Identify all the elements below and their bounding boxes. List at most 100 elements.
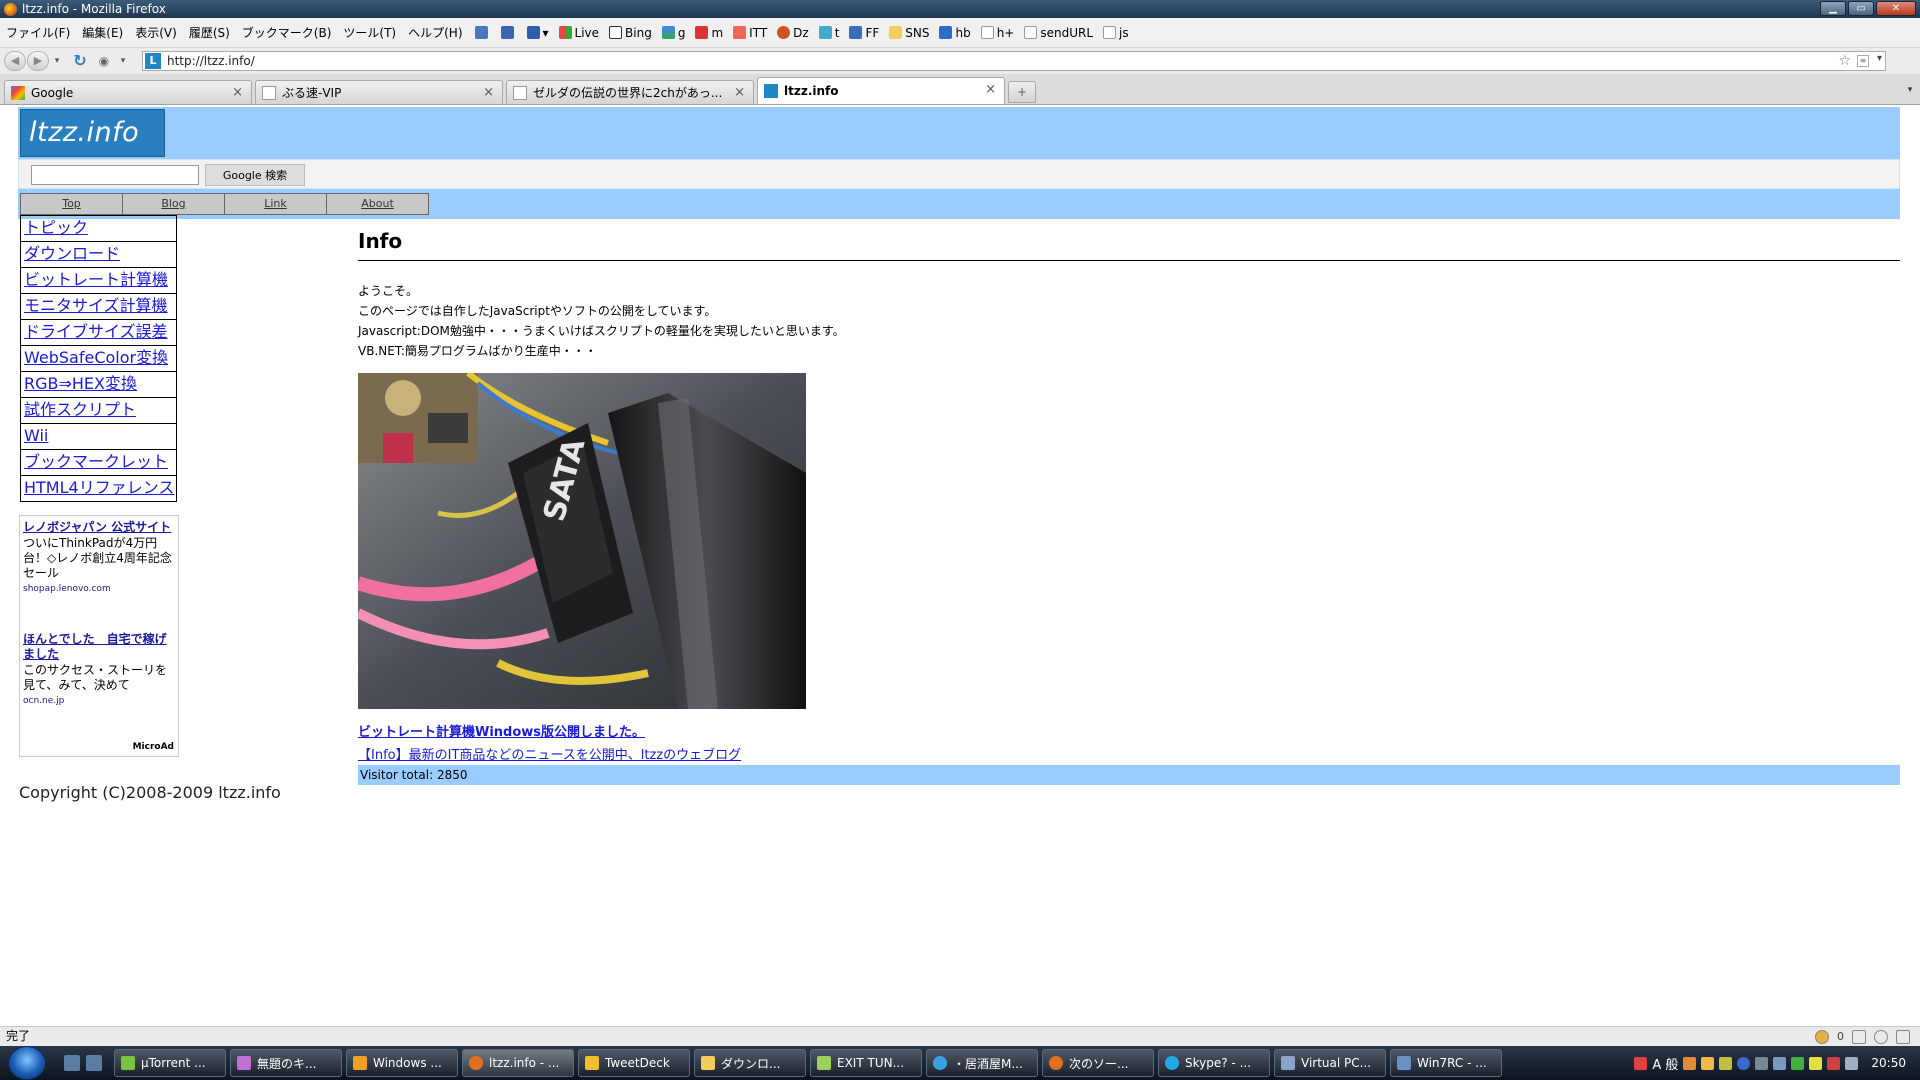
home-dropdown-icon[interactable]: ▾ bbox=[116, 51, 130, 71]
tab-close-icon[interactable]: × bbox=[232, 85, 243, 100]
sidebar-item-download[interactable]: ダウンロード bbox=[20, 241, 177, 268]
nav-about[interactable]: About bbox=[326, 193, 429, 215]
volume-icon[interactable] bbox=[1845, 1056, 1859, 1070]
new-tab-button[interactable]: + bbox=[1008, 81, 1036, 103]
sidebar-item-websafecolor[interactable]: WebSafeColor変換 bbox=[20, 345, 177, 372]
bookmark-sns[interactable]: SNS bbox=[889, 26, 929, 40]
url-text[interactable]: http://ltzz.info/ bbox=[167, 54, 255, 68]
clock-icon[interactable] bbox=[1874, 1030, 1888, 1044]
task-skype[interactable]: Skype? - ... bbox=[1158, 1049, 1270, 1077]
sidebar-item-scripts[interactable]: 試作スクリプト bbox=[20, 397, 177, 424]
task-virtualpc[interactable]: Virtual PC... bbox=[1274, 1049, 1386, 1077]
bookmark-hb[interactable]: hb bbox=[939, 26, 971, 40]
sidebar-item-wii[interactable]: Wii bbox=[20, 423, 177, 450]
maximize-button[interactable]: ▭ bbox=[1848, 1, 1874, 16]
sidebar-item-html4-reference[interactable]: HTML4リファレンス bbox=[20, 475, 177, 502]
ime-indicator[interactable]: A 般 bbox=[1652, 1054, 1678, 1073]
task-win7rc[interactable]: Win7RC - ... bbox=[1390, 1049, 1502, 1077]
feed-icon[interactable]: ≡ bbox=[1857, 55, 1869, 67]
bookmark-g[interactable]: g bbox=[661, 26, 685, 40]
back-button[interactable]: ◀ bbox=[4, 51, 26, 71]
minimize-button[interactable]: ▁ bbox=[1820, 1, 1846, 16]
stop-icon[interactable]: ◉ bbox=[94, 51, 114, 71]
blog-link[interactable]: 【Info】最新のIT商品などのニュースを公開中、ltzzのウェブログ bbox=[358, 744, 1900, 763]
bookmark-icon-1[interactable] bbox=[474, 26, 491, 39]
network-icon[interactable] bbox=[1773, 1056, 1787, 1070]
close-window-button[interactable]: ✕ bbox=[1876, 1, 1916, 16]
bookmark-ff[interactable]: FF bbox=[849, 26, 879, 40]
switch-windows-icon[interactable] bbox=[86, 1055, 102, 1071]
ad-title[interactable]: ほんとでした 自宅で稼げました bbox=[23, 632, 175, 662]
speech-bubble-icon[interactable] bbox=[1852, 1030, 1866, 1044]
bookmark-m[interactable]: m bbox=[695, 26, 723, 40]
task-exit-tun[interactable]: EXIT TUN... bbox=[810, 1049, 922, 1077]
ad-item[interactable]: レノボジャパン 公式サイト ついにThinkPadが4万円台！◇レノボ創立4周年… bbox=[23, 520, 175, 594]
task-tweetdeck[interactable]: TweetDeck bbox=[578, 1049, 690, 1077]
bookmark-live[interactable]: Live bbox=[558, 26, 599, 40]
nav-link[interactable]: Link bbox=[224, 193, 327, 215]
bookmark-t[interactable]: t bbox=[818, 26, 839, 40]
tab-close-icon[interactable]: × bbox=[483, 85, 494, 100]
tab-buruso[interactable]: ぶる速-VIP × bbox=[255, 80, 503, 104]
article-link[interactable]: ビットレート計算機Windows版公開しました。 bbox=[358, 721, 1900, 740]
tab-ltzz[interactable]: ltzz.info × bbox=[757, 77, 1005, 104]
bookmark-sendurl[interactable]: sendURL bbox=[1024, 26, 1093, 40]
sidebar-item-rgb-hex[interactable]: RGB⇒HEX変換 bbox=[20, 371, 177, 398]
task-download[interactable]: ダウンロ... bbox=[694, 1049, 806, 1077]
forward-button[interactable]: ▶ bbox=[27, 51, 49, 71]
help-icon[interactable] bbox=[1737, 1056, 1751, 1070]
bookmark-js[interactable]: js bbox=[1103, 26, 1129, 40]
ad-item[interactable]: ほんとでした 自宅で稼げました このサクセス・ストーリを見て、みて、決めて oc… bbox=[23, 632, 175, 706]
bookmark-hplus[interactable]: h+ bbox=[980, 26, 1014, 40]
twitter-icon[interactable] bbox=[1896, 1030, 1910, 1044]
sidebar-item-bookmarklet[interactable]: ブックマークレット bbox=[20, 449, 177, 476]
tray-expand-icon[interactable] bbox=[1755, 1056, 1769, 1070]
tray-app-icon[interactable] bbox=[1634, 1056, 1648, 1070]
task-source[interactable]: 次のソー... bbox=[1042, 1049, 1154, 1077]
bookmark-bing[interactable]: Bing bbox=[609, 26, 652, 40]
task-windows[interactable]: Windows ... bbox=[346, 1049, 458, 1077]
search-input[interactable] bbox=[31, 165, 199, 185]
tray-app-icon[interactable] bbox=[1719, 1056, 1733, 1070]
task-utorrent[interactable]: µTorrent ... bbox=[114, 1049, 226, 1077]
sidebar-item-topic[interactable]: トピック bbox=[20, 215, 177, 242]
menu-tools[interactable]: ツール(T) bbox=[343, 24, 396, 41]
nav-blog[interactable]: Blog bbox=[122, 193, 225, 215]
bookmark-dz[interactable]: Dz bbox=[777, 26, 809, 40]
ad-url[interactable]: shopap.lenovo.com bbox=[23, 584, 175, 594]
nav-top[interactable]: Top bbox=[20, 193, 123, 215]
tray-app-icon[interactable] bbox=[1683, 1056, 1697, 1070]
ad-title[interactable]: レノボジャパン 公式サイト bbox=[23, 520, 175, 535]
start-button[interactable] bbox=[8, 1046, 46, 1080]
sidebar-item-bitrate[interactable]: ビットレート計算機 bbox=[20, 267, 177, 294]
tray-app-icon[interactable] bbox=[1809, 1056, 1823, 1070]
tab-google[interactable]: Google × bbox=[4, 80, 252, 104]
task-untitled[interactable]: 無題のキ... bbox=[230, 1049, 342, 1077]
tab-list-icon[interactable]: ▾ bbox=[1902, 79, 1918, 101]
address-bar[interactable]: L http://ltzz.info/ ☆ ≡ ▾ bbox=[142, 51, 1886, 71]
google-search-button[interactable]: Google 検索 bbox=[205, 164, 305, 186]
bookmark-star-icon[interactable]: ☆ bbox=[1838, 53, 1851, 69]
tab-zelda[interactable]: ゼルダの伝説の世界に2chがあっ... × bbox=[506, 80, 754, 104]
bookmark-itt[interactable]: ITT bbox=[733, 26, 767, 40]
show-desktop-icon[interactable] bbox=[64, 1055, 80, 1071]
menu-file[interactable]: ファイル(F) bbox=[6, 24, 70, 41]
tab-close-icon[interactable]: × bbox=[734, 85, 745, 100]
menu-edit[interactable]: 編集(E) bbox=[82, 24, 123, 41]
ad-brand-label[interactable]: MicroAd bbox=[133, 742, 174, 752]
site-logo[interactable]: ltzz.info bbox=[20, 109, 165, 157]
sidebar-item-drive-size[interactable]: ドライブサイズ誤差 bbox=[20, 319, 177, 346]
reload-icon[interactable]: ↻ bbox=[70, 51, 90, 71]
addon-icon[interactable] bbox=[1815, 1030, 1829, 1044]
tab-close-icon[interactable]: × bbox=[985, 82, 996, 97]
task-izakaya[interactable]: ・居酒屋M... bbox=[926, 1049, 1038, 1077]
sidebar-item-monitor-size[interactable]: モニタサイズ計算機 bbox=[20, 293, 177, 320]
tray-app-icon[interactable] bbox=[1701, 1056, 1715, 1070]
ad-url[interactable]: ocn.ne.jp bbox=[23, 696, 175, 706]
clock[interactable]: 20:50 bbox=[1871, 1056, 1906, 1070]
tray-app-icon[interactable] bbox=[1791, 1056, 1805, 1070]
menu-view[interactable]: 表示(V) bbox=[135, 24, 177, 41]
menu-history[interactable]: 履歴(S) bbox=[189, 24, 230, 41]
history-dropdown-icon[interactable]: ▾ bbox=[50, 51, 64, 71]
bookmark-icon-3[interactable]: ▾ bbox=[526, 26, 549, 40]
